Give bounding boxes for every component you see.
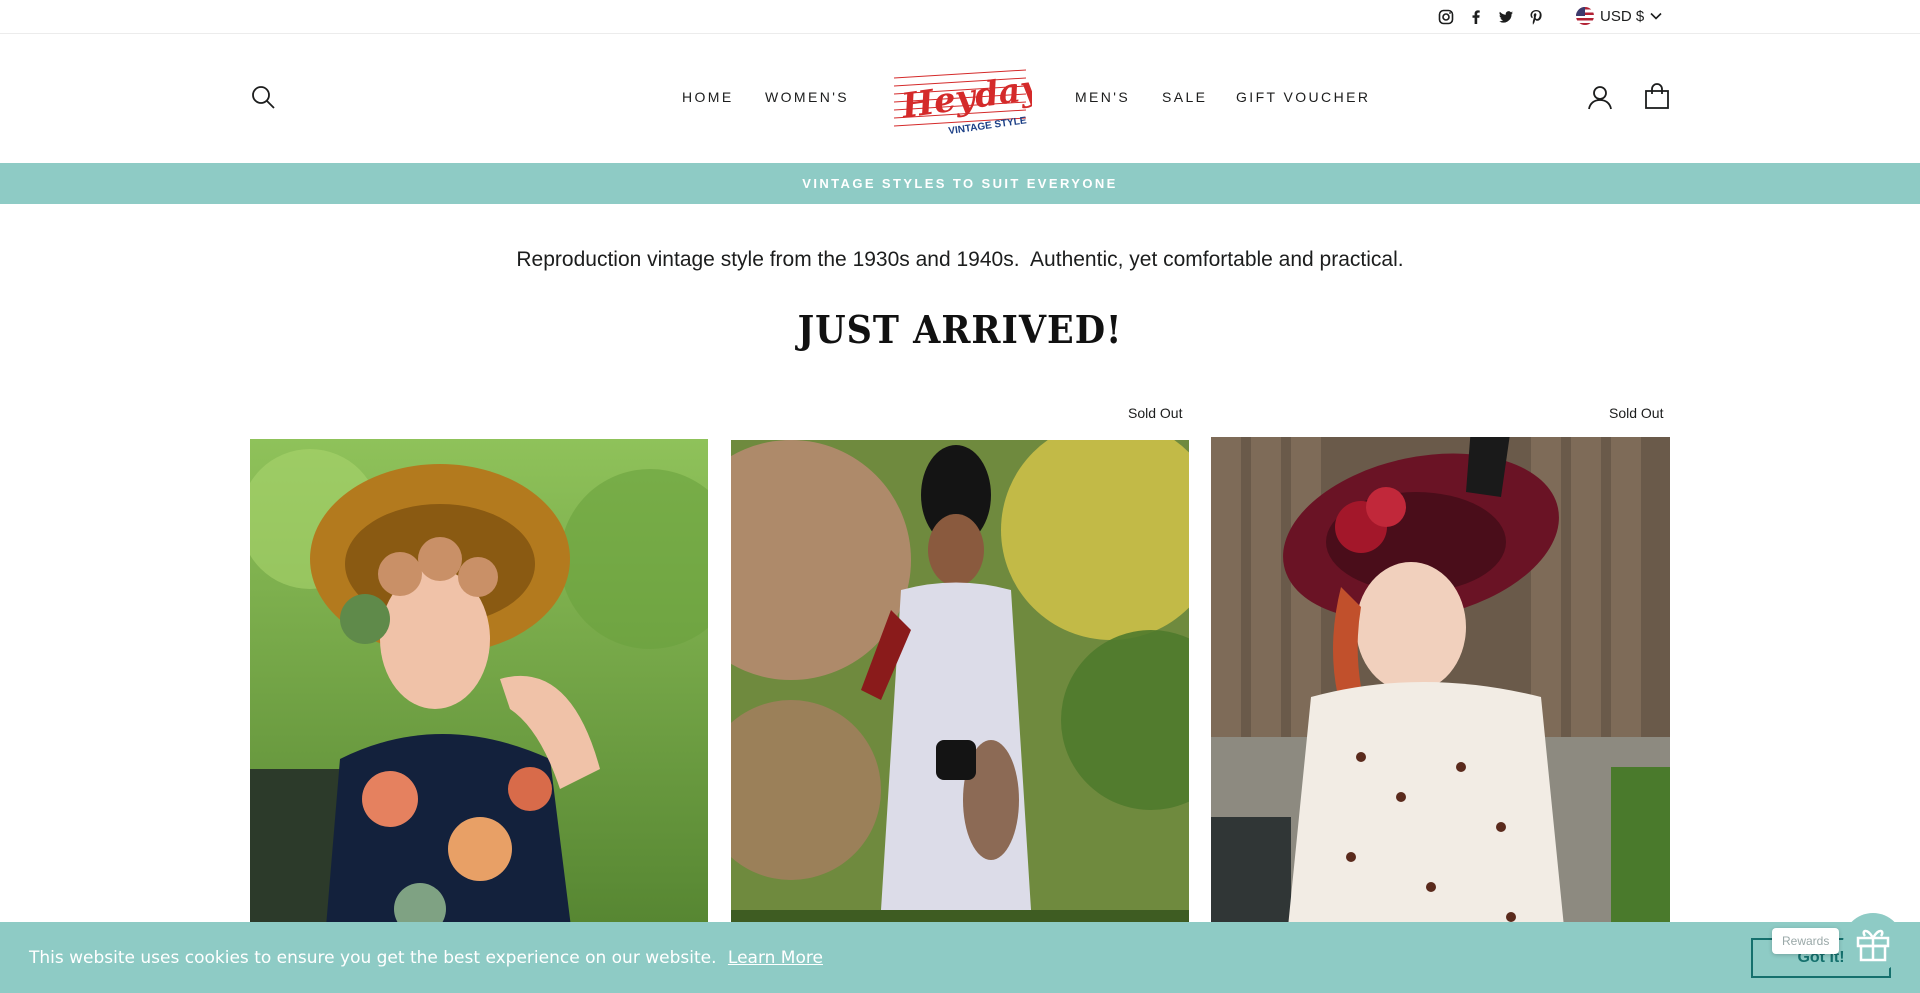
- cart-button[interactable]: [1644, 82, 1670, 110]
- nav-home[interactable]: HOME: [682, 89, 734, 105]
- cookie-message-text: This website uses cookies to ensure you …: [29, 948, 717, 968]
- nav-gift-voucher[interactable]: GIFT VOUCHER: [1236, 89, 1370, 105]
- product-image: [250, 439, 708, 993]
- sold-out-badge: Sold Out: [1609, 405, 1664, 421]
- section-title: JUST ARRIVED!: [797, 307, 1123, 354]
- intro-text: Reproduction vintage style from the 1930…: [516, 248, 1404, 271]
- twitter-icon[interactable]: [1497, 8, 1515, 26]
- gift-icon: [1856, 929, 1890, 962]
- nav-womens[interactable]: WOMEN'S: [765, 89, 849, 105]
- us-flag-icon: [1576, 7, 1594, 25]
- facebook-icon[interactable]: [1467, 8, 1485, 26]
- announcement-text: VINTAGE STYLES TO SUIT EVERYONE: [802, 176, 1118, 191]
- rewards-launcher[interactable]: [1843, 913, 1903, 973]
- user-icon: [1588, 86, 1612, 110]
- product-card-3[interactable]: [1211, 437, 1670, 993]
- learn-more-link[interactable]: Learn More: [728, 948, 823, 968]
- nav-sale[interactable]: SALE: [1162, 89, 1207, 105]
- utility-bar: USD $: [0, 0, 1920, 34]
- product-image: [1211, 437, 1670, 993]
- pinterest-icon[interactable]: [1527, 8, 1545, 26]
- shopping-bag-icon: [1645, 83, 1669, 109]
- chevron-down-icon: [1650, 12, 1662, 20]
- cookie-banner: This website uses cookies to ensure you …: [0, 922, 1920, 993]
- site-header: HOME WOMEN'S Heyday! VINTAGE STYLE MEN'S…: [0, 34, 1920, 163]
- instagram-icon[interactable]: [1437, 8, 1455, 26]
- heyday-logo[interactable]: Heyday! VINTAGE STYLE: [888, 62, 1057, 137]
- rewards-label[interactable]: Rewards: [1772, 928, 1840, 954]
- currency-selector[interactable]: USD $: [1576, 7, 1662, 25]
- announcement-bar: VINTAGE STYLES TO SUIT EVERYONE: [0, 163, 1920, 204]
- cookie-message: This website uses cookies to ensure you …: [29, 948, 823, 968]
- sold-out-badge: Sold Out: [1128, 405, 1183, 421]
- social-links: [1437, 8, 1545, 26]
- account-button[interactable]: [1587, 84, 1613, 110]
- product-card-2[interactable]: [731, 440, 1189, 993]
- product-card-1[interactable]: [250, 439, 708, 993]
- nav-mens[interactable]: MEN'S: [1075, 89, 1130, 105]
- product-image: [731, 440, 1189, 993]
- currency-label: USD $: [1600, 7, 1645, 25]
- search-icon: [252, 86, 275, 109]
- search-button[interactable]: [250, 84, 276, 110]
